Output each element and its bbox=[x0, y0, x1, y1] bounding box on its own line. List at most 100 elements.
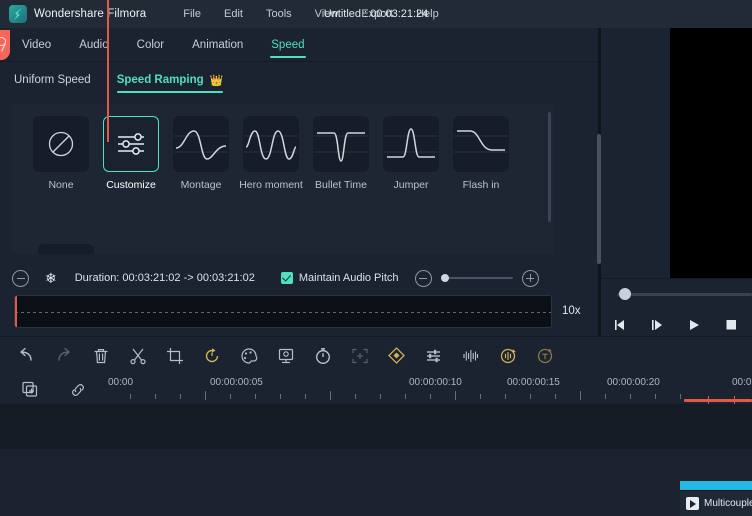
audio-waveform-button[interactable] bbox=[452, 337, 489, 375]
preset-montage[interactable]: Montage bbox=[166, 116, 236, 191]
next-frame-button[interactable] bbox=[638, 318, 675, 332]
app-brand-label: Wondershare Filmora bbox=[34, 8, 147, 20]
maintain-audio-pitch-checkbox[interactable]: Maintain Audio Pitch bbox=[280, 272, 399, 284]
keyframe-button[interactable] bbox=[378, 337, 415, 375]
filmora-window: Wondershare Filmora File Edit Tools View… bbox=[0, 0, 752, 516]
zoom-slider-knob[interactable] bbox=[440, 274, 449, 282]
presets-scrollbar[interactable] bbox=[548, 112, 551, 222]
speed-curve-editor[interactable] bbox=[14, 295, 552, 328]
preview-seek-track[interactable] bbox=[617, 293, 752, 296]
preset-row-next-partial bbox=[38, 244, 94, 254]
speed-presets-row: None Customize Montage Hero moment Bulle… bbox=[12, 104, 554, 191]
menu-items: File Edit Tools View Export Help bbox=[183, 8, 438, 20]
curve-hero-moment-icon bbox=[243, 116, 299, 172]
speed-presets-container: None Customize Montage Hero moment Bulle… bbox=[12, 104, 554, 254]
speed-button[interactable] bbox=[304, 337, 341, 375]
preview-transport-controls bbox=[601, 313, 752, 337]
preset-jumper[interactable]: Jumper bbox=[376, 116, 446, 191]
play-button[interactable] bbox=[675, 318, 712, 332]
timeline-playhead-handle[interactable] bbox=[0, 30, 10, 60]
ruler-label: 00:00:00:05 bbox=[210, 377, 263, 388]
ruler-label: 00:00:00:10 bbox=[409, 377, 462, 388]
audio-ducking-button[interactable] bbox=[489, 337, 526, 375]
preset-hero-moment[interactable]: Hero moment bbox=[236, 116, 306, 191]
menu-item-file[interactable]: File bbox=[183, 8, 201, 20]
auto-sync-button[interactable] bbox=[526, 337, 563, 375]
sub-tab-speed-ramping[interactable]: Speed Ramping 👑 bbox=[116, 66, 223, 94]
properties-panel: Video Audio Color Animation Speed Unifor… bbox=[0, 28, 601, 358]
zoom-out-minus-circle-icon[interactable] bbox=[414, 269, 432, 287]
preview-seek-knob[interactable] bbox=[619, 288, 631, 300]
preset-label: None bbox=[48, 179, 74, 191]
duration-text: Duration: 00:03:21:02 -> 00:03:21:02 bbox=[74, 272, 255, 284]
preset-none[interactable]: None bbox=[26, 116, 96, 191]
app-brand: Wondershare Filmora bbox=[0, 5, 146, 23]
curve-jumper-icon bbox=[383, 116, 439, 172]
timeline-ruler[interactable]: 00:00 00:00:00:05 00:00:00:10 00:00:00:1… bbox=[104, 374, 752, 404]
preset-label: Flash in bbox=[462, 179, 500, 191]
tab-video[interactable]: Video bbox=[8, 28, 65, 62]
color-match-button[interactable] bbox=[230, 337, 267, 375]
tab-color[interactable]: Color bbox=[123, 28, 178, 62]
ruler-label: 00:00:00:20 bbox=[607, 377, 660, 388]
clip-label: Multicouple bbox=[704, 498, 752, 509]
none-circle-slash-icon bbox=[33, 116, 89, 172]
undo-button[interactable] bbox=[8, 337, 45, 375]
sub-tab-uniform-speed[interactable]: Uniform Speed bbox=[14, 66, 91, 94]
clip-multicouple[interactable]: Multicouple bbox=[680, 490, 752, 516]
zoom-slider-track[interactable] bbox=[440, 274, 513, 282]
curve-montage-icon bbox=[173, 116, 229, 172]
auto-reframe-button[interactable] bbox=[341, 337, 378, 375]
speed-options-row: ❄ Duration: 00:03:21:02 -> 00:03:21:02 M… bbox=[12, 266, 572, 290]
menu-item-tools[interactable]: Tools bbox=[266, 8, 292, 20]
redo-button[interactable] bbox=[45, 337, 82, 375]
tab-animation[interactable]: Animation bbox=[178, 28, 257, 62]
menu-bar: Wondershare Filmora File Edit Tools View… bbox=[0, 0, 752, 28]
menu-item-view[interactable]: View bbox=[315, 8, 339, 20]
menu-item-help[interactable]: Help bbox=[416, 8, 439, 20]
tab-speed[interactable]: Speed bbox=[257, 28, 318, 62]
adjust-button[interactable] bbox=[415, 337, 452, 375]
timeline-header: 00:00 00:00:00:05 00:00:00:10 00:00:00:1… bbox=[0, 374, 752, 404]
ruler-label: 00:00:00:15 bbox=[507, 377, 560, 388]
preset-label: Hero moment bbox=[239, 179, 303, 191]
curve-baseline bbox=[15, 312, 551, 313]
checkbox-checked-icon bbox=[280, 272, 293, 284]
timeline-selected-range[interactable] bbox=[684, 396, 752, 404]
snowflake-icon[interactable]: ❄ bbox=[45, 271, 57, 285]
curve-flash-in-icon bbox=[453, 116, 509, 172]
ruler-label: 00:00 bbox=[108, 377, 134, 388]
minus-circle-icon[interactable] bbox=[12, 269, 29, 287]
add-media-icon[interactable] bbox=[20, 380, 40, 400]
timeline-tracks bbox=[0, 404, 752, 516]
previous-frame-button[interactable] bbox=[601, 318, 638, 332]
timeline-playhead[interactable] bbox=[107, 0, 109, 142]
link-icon[interactable] bbox=[68, 380, 88, 400]
split-button[interactable] bbox=[119, 337, 156, 375]
timeline: 00:00 00:00:00:05 00:00:00:10 00:00:00:1… bbox=[0, 374, 752, 516]
preset-flash-in[interactable]: Flash in bbox=[446, 116, 516, 191]
preview-video-surface[interactable] bbox=[670, 28, 752, 278]
green-screen-button[interactable] bbox=[267, 337, 304, 375]
menu-item-edit[interactable]: Edit bbox=[224, 8, 243, 20]
curve-bullet-time-icon bbox=[313, 116, 369, 172]
curve-zoom-control bbox=[414, 269, 539, 287]
delete-button[interactable] bbox=[82, 337, 119, 375]
property-tabs: Video Audio Color Animation Speed bbox=[0, 28, 598, 62]
rotate-button[interactable] bbox=[193, 337, 230, 375]
preset-label: Bullet Time bbox=[315, 179, 367, 191]
preset-bullet-time[interactable]: Bullet Time bbox=[306, 116, 376, 191]
zoom-in-plus-circle-icon[interactable] bbox=[521, 269, 539, 287]
menu-item-export[interactable]: Export bbox=[361, 8, 393, 20]
filmora-logo-icon bbox=[9, 5, 27, 23]
preset-label: Customize bbox=[106, 179, 156, 191]
preview-panel bbox=[601, 28, 752, 336]
track-row[interactable] bbox=[0, 404, 752, 449]
crop-button[interactable] bbox=[156, 337, 193, 375]
tab-audio[interactable]: Audio bbox=[65, 28, 122, 62]
preset-label: Montage bbox=[180, 179, 222, 191]
stop-button[interactable] bbox=[712, 318, 749, 332]
curve-playhead[interactable] bbox=[15, 296, 17, 327]
speed-multiplier-label: 10x bbox=[562, 305, 581, 317]
track-row[interactable] bbox=[0, 449, 752, 516]
